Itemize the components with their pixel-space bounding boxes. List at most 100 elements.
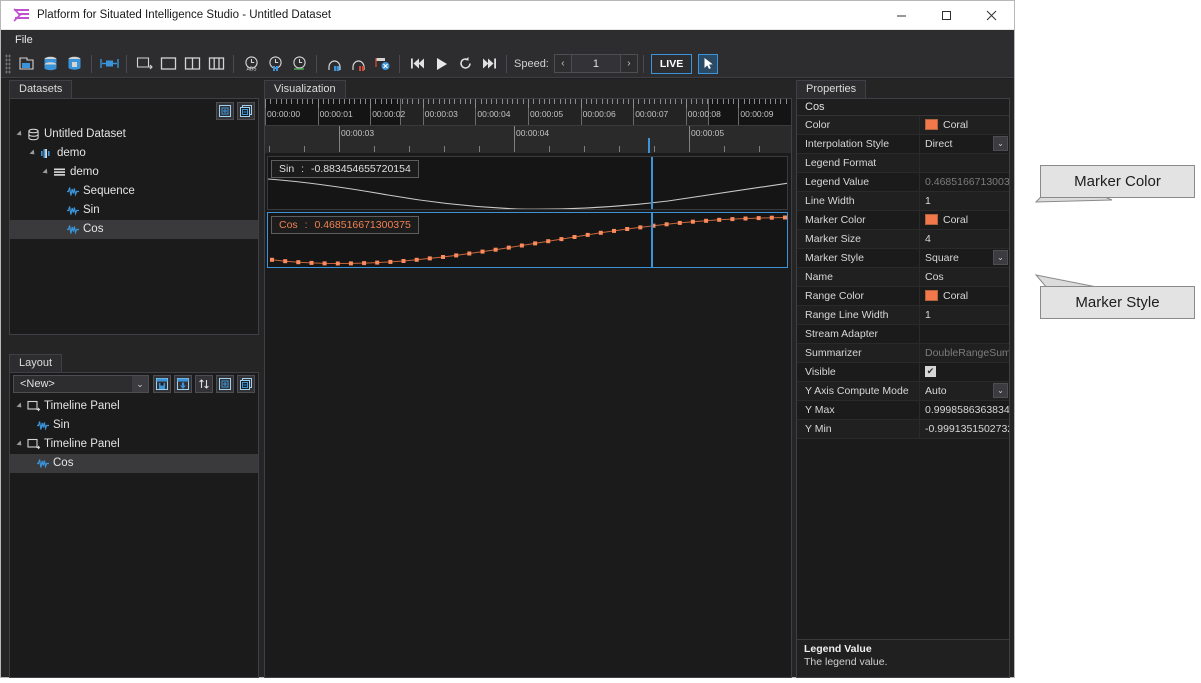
session-time-icon[interactable] <box>264 53 286 75</box>
color-swatch[interactable] <box>925 290 938 301</box>
chevron-down-icon[interactable]: ⌄ <box>993 382 1008 398</box>
speed-value-input[interactable]: 1 <box>571 54 620 73</box>
collapse-all-icon[interactable] <box>237 101 255 120</box>
reorder-icon[interactable] <box>195 375 213 393</box>
property-value[interactable]: Auto ⌄ <box>919 381 1009 400</box>
timeline-panel-cos[interactable]: Cos : 0.468516671300375 <box>267 211 788 268</box>
property-row[interactable]: Name Cos <box>797 267 1009 287</box>
layout-select[interactable]: <New> ⌄ <box>13 375 149 393</box>
tree-item-demo-partition[interactable]: demo <box>10 163 258 182</box>
property-row[interactable]: Marker Size 4 <box>797 229 1009 249</box>
property-row[interactable]: Summarizer DoubleRangeSum... <box>797 343 1009 363</box>
minimize-button[interactable] <box>879 1 924 30</box>
tab-properties[interactable]: Properties <box>796 79 867 98</box>
expander-icon[interactable] <box>14 130 25 138</box>
property-value[interactable]: 0.999858636383415 <box>919 400 1009 419</box>
property-row[interactable]: Marker Style Square ⌄ <box>797 248 1009 268</box>
color-swatch[interactable] <box>925 119 938 130</box>
property-row[interactable]: Interpolation Style Direct ⌄ <box>797 134 1009 154</box>
maximize-button[interactable] <box>924 1 969 30</box>
property-value[interactable]: 0.4685166713003... <box>919 172 1009 191</box>
chevron-down-icon[interactable]: ⌄ <box>993 249 1008 265</box>
tree-item-timeline-panel-1[interactable]: Timeline Panel <box>10 397 258 416</box>
expand-all-icon[interactable] <box>216 375 234 393</box>
tree-item-cos[interactable]: Cos <box>10 219 258 239</box>
property-value[interactable]: DoubleRangeSum... <box>919 343 1009 362</box>
timeline-panel-sin[interactable]: Sin : -0.883454655720154 <box>267 155 788 210</box>
fit-timeline-icon[interactable] <box>98 53 120 75</box>
move-to-start-icon[interactable] <box>406 53 428 75</box>
menu-item-file[interactable]: File <box>9 32 39 48</box>
move-to-end-icon[interactable] <box>478 53 500 75</box>
save-store-icon[interactable] <box>63 53 85 75</box>
open-store-icon[interactable] <box>39 53 61 75</box>
new-dataset-icon[interactable] <box>15 53 37 75</box>
selection-end-icon[interactable] <box>347 53 369 75</box>
tree-item-layout-sin[interactable]: Sin <box>10 416 258 435</box>
property-value[interactable]: Cos <box>919 267 1009 286</box>
layout-2-cell-icon[interactable] <box>181 53 203 75</box>
property-row[interactable]: Legend Format <box>797 153 1009 173</box>
live-button[interactable]: LIVE <box>650 53 693 74</box>
chevron-down-icon[interactable]: ⌄ <box>993 135 1008 151</box>
play-icon[interactable] <box>430 53 452 75</box>
property-value[interactable] <box>919 153 1009 172</box>
property-value[interactable] <box>919 324 1009 343</box>
tree-item-layout-cos[interactable]: Cos <box>10 453 258 473</box>
property-row[interactable]: Range Line Width 1 <box>797 305 1009 325</box>
property-row[interactable]: Legend Value 0.4685166713003... <box>797 172 1009 192</box>
insert-panel-icon[interactable] <box>133 53 155 75</box>
selection-time-icon[interactable] <box>288 53 310 75</box>
property-value[interactable]: Square ⌄ <box>919 248 1009 267</box>
property-value[interactable]: Coral <box>919 286 1009 305</box>
property-row[interactable]: Marker Color Coral <box>797 210 1009 230</box>
selection-start-icon[interactable] <box>323 53 345 75</box>
toolbar-grip[interactable] <box>5 53 11 74</box>
property-row[interactable]: Color Coral <box>797 115 1009 135</box>
tree-item-sequence[interactable]: Sequence <box>10 182 258 201</box>
property-value[interactable]: Coral <box>919 210 1009 229</box>
expander-icon[interactable] <box>14 402 25 410</box>
tree-item-timeline-panel-2[interactable]: Timeline Panel <box>10 435 258 454</box>
expander-icon[interactable] <box>40 168 51 176</box>
property-value[interactable]: 1 <box>919 191 1009 210</box>
property-value[interactable]: Coral <box>919 115 1009 134</box>
visible-checkbox[interactable]: ✔ <box>925 366 936 377</box>
layout-1-cell-icon[interactable] <box>157 53 179 75</box>
tab-datasets[interactable]: Datasets <box>9 79 73 98</box>
close-button[interactable] <box>969 1 1014 30</box>
tree-item-untitled-dataset[interactable]: Untitled Dataset <box>10 125 258 144</box>
property-row[interactable]: Stream Adapter <box>797 324 1009 344</box>
property-value[interactable]: 4 <box>919 229 1009 248</box>
property-value[interactable]: 1 <box>919 305 1009 324</box>
expander-icon[interactable] <box>27 149 38 157</box>
tab-layout[interactable]: Layout <box>9 353 63 372</box>
property-value[interactable]: ✔ <box>919 362 1009 381</box>
cursor-mode-icon[interactable] <box>698 53 719 74</box>
absolute-time-icon[interactable]: ABS <box>240 53 262 75</box>
property-row[interactable]: Line Width 1 <box>797 191 1009 211</box>
property-row[interactable]: Visible ✔ <box>797 362 1009 382</box>
timeline-ruler-top[interactable]: 00:00:00 00:00:01 00:00:02 00:00:03 00:00:04… <box>265 98 791 126</box>
expand-all-icon[interactable] <box>216 101 234 120</box>
speed-decrease-button[interactable]: ‹ <box>553 54 572 73</box>
tree-item-demo-session[interactable]: demo <box>10 144 258 163</box>
property-row[interactable]: Y Max 0.999858636383415 <box>797 400 1009 420</box>
save-layout-icon[interactable] <box>153 375 171 393</box>
loop-icon[interactable] <box>454 53 476 75</box>
collapse-all-icon[interactable] <box>237 375 255 393</box>
layout-3-cell-icon[interactable] <box>205 53 227 75</box>
color-swatch[interactable] <box>925 214 938 225</box>
property-row[interactable]: Range Color Coral <box>797 286 1009 306</box>
tab-visualization[interactable]: Visualization <box>264 79 346 98</box>
clear-selection-icon[interactable] <box>371 53 393 75</box>
property-value[interactable]: Direct ⌄ <box>919 134 1009 153</box>
property-value[interactable]: -0.99913515027327 <box>919 419 1009 438</box>
expander-icon[interactable] <box>14 440 25 448</box>
property-row[interactable]: Y Axis Compute Mode Auto ⌄ <box>797 381 1009 401</box>
save-layout-as-icon[interactable] <box>174 375 192 393</box>
speed-increase-button[interactable]: › <box>619 54 638 73</box>
chevron-down-icon[interactable]: ⌄ <box>132 376 148 392</box>
timeline-ruler-sub[interactable]: 00:00:03 00:00:04 00:00:05 <box>265 125 791 153</box>
tree-item-sin[interactable]: Sin <box>10 201 258 220</box>
